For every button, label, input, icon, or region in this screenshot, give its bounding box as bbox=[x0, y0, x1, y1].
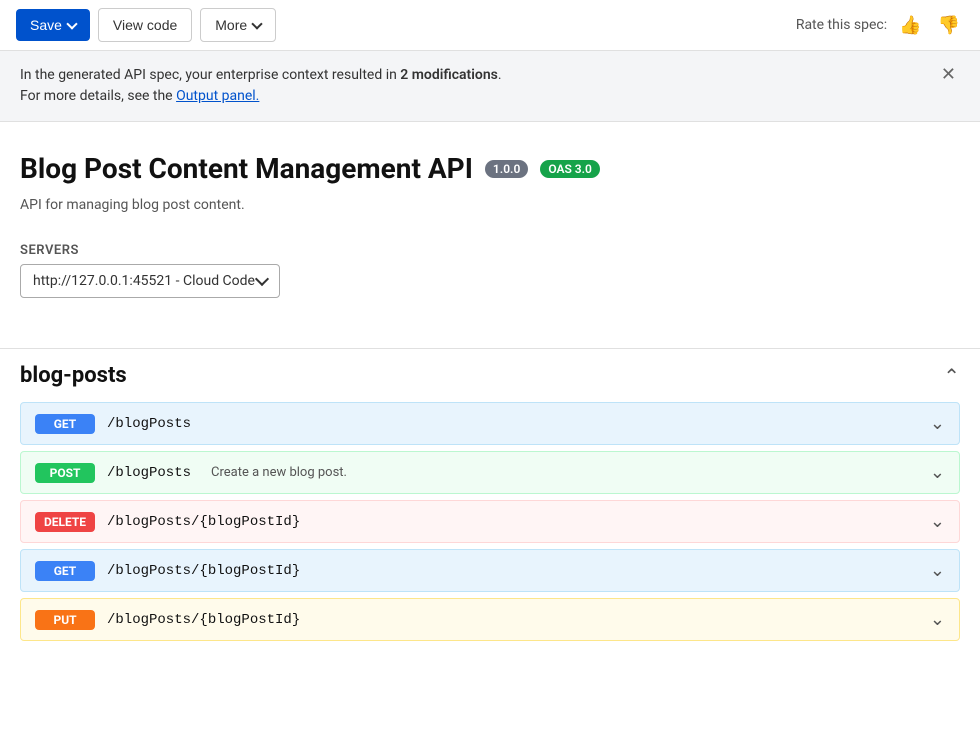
more-chevron-icon bbox=[252, 18, 263, 29]
more-button[interactable]: More bbox=[200, 8, 276, 42]
view-code-button[interactable]: View code bbox=[98, 8, 192, 42]
endpoint-row[interactable]: GET/blogPosts ⌄ bbox=[20, 402, 960, 445]
endpoint-left: DELETE/blogPosts/{blogPostId} bbox=[35, 512, 300, 532]
endpoint-expand-icon: ⌄ bbox=[930, 560, 945, 581]
servers-label: Servers bbox=[20, 243, 960, 258]
method-badge-put: PUT bbox=[35, 610, 95, 630]
thumbs-up-button[interactable]: 👍 bbox=[895, 11, 925, 40]
endpoint-left: PUT/blogPosts/{blogPostId} bbox=[35, 610, 300, 630]
endpoint-expand-icon: ⌄ bbox=[930, 609, 945, 630]
main-content: Blog Post Content Management API 1.0.0 O… bbox=[0, 122, 980, 348]
endpoint-path: /blogPosts/{blogPostId} bbox=[107, 563, 300, 579]
section-header[interactable]: blog-posts ⌃ bbox=[0, 349, 980, 402]
thumbs-down-icon: 👎 bbox=[938, 15, 960, 35]
toolbar: Save View code More Rate this spec: 👍 👎 bbox=[0, 0, 980, 51]
section-collapse-icon: ⌃ bbox=[943, 364, 960, 388]
endpoint-path: /blogPosts/{blogPostId} bbox=[107, 514, 300, 530]
oas-badge: OAS 3.0 bbox=[540, 160, 600, 178]
endpoint-row[interactable]: POST/blogPosts Create a new blog post. ⌄ bbox=[20, 451, 960, 494]
endpoint-row[interactable]: DELETE/blogPosts/{blogPostId} ⌄ bbox=[20, 500, 960, 543]
endpoints-list: GET/blogPosts ⌄ POST/blogPosts Create a new… bbox=[0, 402, 980, 641]
endpoint-expand-icon: ⌄ bbox=[930, 413, 945, 434]
servers-chevron-icon bbox=[255, 272, 269, 286]
thumbs-up-icon: 👍 bbox=[899, 15, 921, 35]
endpoint-path: /blogPosts/{blogPostId} bbox=[107, 612, 300, 628]
save-button[interactable]: Save bbox=[16, 9, 90, 41]
method-badge-post: POST bbox=[35, 463, 95, 483]
toolbar-right: Rate this spec: 👍 👎 bbox=[796, 11, 964, 40]
endpoint-expand-icon: ⌄ bbox=[930, 462, 945, 483]
endpoint-left: GET/blogPosts/{blogPostId} bbox=[35, 561, 300, 581]
notification-text: In the generated API spec, your enterpri… bbox=[20, 65, 502, 107]
rate-label: Rate this spec: bbox=[796, 17, 887, 33]
servers-section: Servers http://127.0.0.1:45521 - Cloud C… bbox=[20, 243, 960, 298]
notification-banner: In the generated API spec, your enterpri… bbox=[0, 51, 980, 122]
method-badge-get: GET bbox=[35, 414, 95, 434]
more-label: More bbox=[215, 17, 247, 33]
notification-message-part1: In the generated API spec, your enterpri… bbox=[20, 67, 400, 83]
endpoint-left: POST/blogPosts Create a new blog post. bbox=[35, 463, 347, 483]
save-label: Save bbox=[30, 17, 62, 33]
method-badge-delete: DELETE bbox=[35, 512, 95, 532]
api-description: API for managing blog post content. bbox=[20, 197, 960, 213]
servers-dropdown[interactable]: http://127.0.0.1:45521 - Cloud Code bbox=[20, 264, 280, 298]
endpoint-left: GET/blogPosts bbox=[35, 414, 191, 434]
api-title-row: Blog Post Content Management API 1.0.0 O… bbox=[20, 152, 960, 185]
thumbs-down-button[interactable]: 👎 bbox=[934, 11, 964, 40]
view-code-label: View code bbox=[113, 17, 177, 33]
endpoint-expand-icon: ⌄ bbox=[930, 511, 945, 532]
endpoint-path: /blogPosts bbox=[107, 465, 191, 481]
servers-selected-value: http://127.0.0.1:45521 - Cloud Code bbox=[33, 273, 255, 289]
endpoint-description: Create a new blog post. bbox=[211, 465, 347, 480]
notification-message-part2: . bbox=[498, 67, 502, 83]
section-title: blog-posts bbox=[20, 363, 127, 388]
version-badge: 1.0.0 bbox=[485, 160, 528, 178]
output-panel-link[interactable]: Output panel. bbox=[176, 88, 259, 104]
close-icon: ✕ bbox=[941, 64, 956, 84]
blog-posts-section: blog-posts ⌃ GET/blogPosts⌄POST/blogPost… bbox=[0, 349, 980, 641]
endpoint-path: /blogPosts bbox=[107, 416, 191, 432]
save-chevron-icon bbox=[66, 18, 77, 29]
method-badge-get: GET bbox=[35, 561, 95, 581]
modifications-count: 2 modifications bbox=[400, 67, 498, 83]
close-notification-button[interactable]: ✕ bbox=[937, 65, 960, 83]
notification-message-part3: For more details, see the bbox=[20, 88, 176, 104]
endpoint-row[interactable]: PUT/blogPosts/{blogPostId} ⌄ bbox=[20, 598, 960, 641]
endpoint-row[interactable]: GET/blogPosts/{blogPostId} ⌄ bbox=[20, 549, 960, 592]
api-title: Blog Post Content Management API bbox=[20, 152, 473, 185]
toolbar-left: Save View code More bbox=[16, 8, 276, 42]
